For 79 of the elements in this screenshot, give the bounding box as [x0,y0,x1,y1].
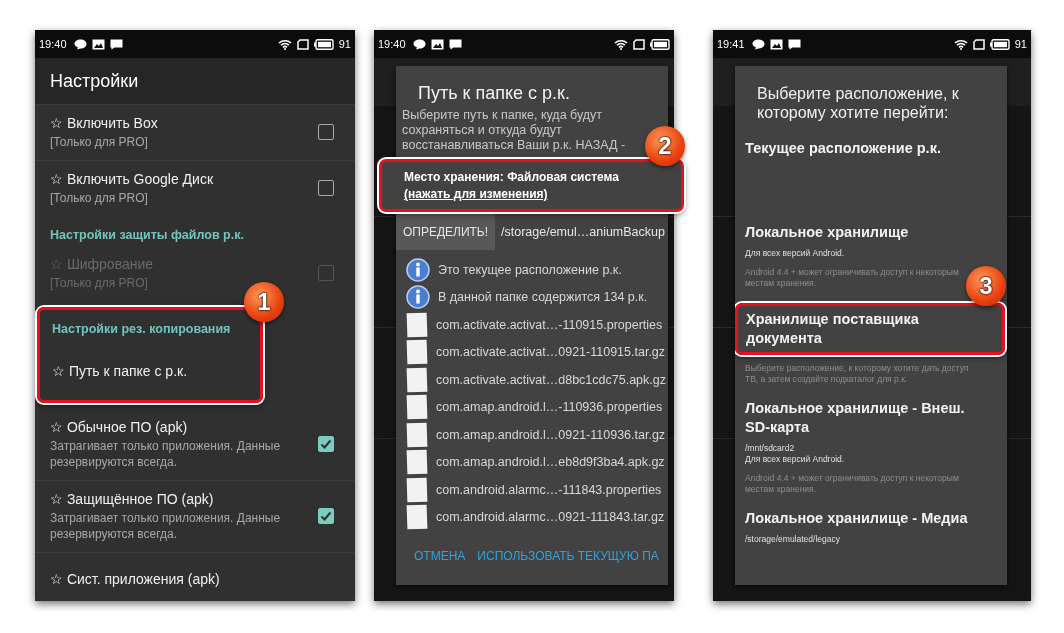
chat-icon [751,38,765,50]
location-option[interactable]: Текущее расположение р.к. [745,139,981,158]
screen-title: Настройки [50,70,139,92]
dialog-title: Выберите расположение, к которому хотите перейти: [756,84,960,122]
file-name[interactable]: com.android.alarmc…-111843.properties [436,482,662,497]
image-icon [769,38,783,50]
file-icon [406,394,428,421]
info-icon [406,257,430,282]
info-text: В данной папке содержится 134 р.к. [438,290,648,305]
status-time: 19:41 [717,38,745,50]
file-name[interactable]: com.amap.android.l…eb8d9f3ba4.apk.gz [436,455,665,470]
setting-title[interactable]: ☆ Обычное ПО (apk) [50,418,318,436]
section-header: Настройки защиты файлов р.к. [49,227,245,244]
checkbox[interactable] [318,436,334,452]
dialog-button[interactable]: ИСПОЛЬЗОВАТЬ ТЕКУЩУЮ ПА [477,549,659,563]
battery-icon [313,38,334,50]
storage-location: Место хранения: Файловая система (нажать для изменения) [404,169,620,203]
battery-icon [650,38,670,50]
file-icon [406,339,428,366]
file-icon [406,449,428,476]
setting-title[interactable]: ☆ Включить Box [50,114,318,132]
dialog-title: Путь к папке с р.к. [417,82,571,104]
setting-description: Затрагивает только приложения. Данные резервируются всегда. [50,510,282,542]
status-time: 19:40 [39,38,67,50]
message-icon [448,38,462,50]
checkbox[interactable] [318,508,334,524]
file-name[interactable]: com.activate.activat…0921-110915.tar.gz [436,345,666,360]
step-badge: 3 [966,266,1006,306]
checkbox[interactable] [318,124,334,140]
checkbox[interactable] [318,180,334,196]
location-option[interactable]: Локальное хранилище - Медиа [745,509,981,528]
file-name[interactable]: com.activate.activat…-110915.properties [436,317,663,332]
wifi-icon [953,38,968,50]
location-details: /mnt/sdcard2 Для всех версий Android. [745,443,846,465]
chat-icon [412,38,426,50]
file-icon [406,421,428,448]
file-icon [406,366,428,393]
file-name[interactable]: com.android.alarmc…0921-111843.tar.gz [436,510,665,525]
change-storage-link[interactable]: (нажать для изменения) [404,187,548,201]
setting-description: [Только для PRO] [50,275,149,291]
section-header: Настройки рез. копирования [51,321,232,338]
file-name[interactable]: com.amap.android.l…-110936.properties [436,400,663,415]
setting-title[interactable]: ☆ Включить Google Диск [50,170,318,188]
image-icon [430,38,444,50]
image-icon [91,38,105,50]
file-name[interactable]: com.amap.android.l…0921-110936.tar.gz [436,427,666,442]
location-option[interactable]: Локальное хранилище [745,223,981,242]
file-icon [406,476,428,503]
setting-title[interactable]: ☆ Защищённое ПО (apk) [50,490,318,508]
battery-level: 91 [1014,38,1027,50]
setting-description: Затрагивает только приложения. Данные резервируются всегда. [50,438,282,470]
wifi-icon [277,38,292,50]
setting-description: [Только для PRO] [50,190,149,206]
location-option[interactable]: Локальное хранилище - Внеш. SD-карта [745,399,981,437]
info-text: Это текущее расположение р.к. [438,262,622,277]
file-icon [406,504,428,531]
dialog-message: Выберите путь к папке, куда будут сохраняться и откуда будут восстанавливаться Ваши р.к. НАЗАД - [402,108,627,153]
message-icon [787,38,801,50]
location-option[interactable]: Хранилище поставщика документа [746,310,982,348]
folder-path: /storage/emul…aniumBackup [501,225,665,239]
file-icon [406,311,428,338]
info-icon [406,285,430,310]
step-badge: 1 [244,282,284,322]
setting-description: [Только для PRO] [50,134,149,150]
location-note: Выберите расположение, к которому хотите дать доступ TB, а затем создайте подкаталог для р.к. [745,363,970,385]
status-time: 19:40 [378,38,406,50]
dialog-button[interactable]: ОТМЕНА [414,549,466,563]
battery-level: 91 [338,38,351,50]
message-icon [109,38,123,50]
step-badge: 2 [645,126,685,166]
battery-icon [989,38,1010,50]
file-name[interactable]: com.activate.activat…d8bc1cdc75.apk.gz [436,372,666,387]
detect-button[interactable]: ОПРЕДЕЛИТЬ! [396,214,495,250]
location-details: /storage/emulated/legacy [745,534,841,545]
setting-title[interactable]: ☆ Путь к папке с р.к. [52,362,248,380]
location-details: Для всех версий Android. [745,248,846,259]
chat-icon [73,38,87,50]
wifi-icon [614,38,628,50]
setting-title[interactable]: ☆ Сист. приложения (apk) [50,570,334,588]
